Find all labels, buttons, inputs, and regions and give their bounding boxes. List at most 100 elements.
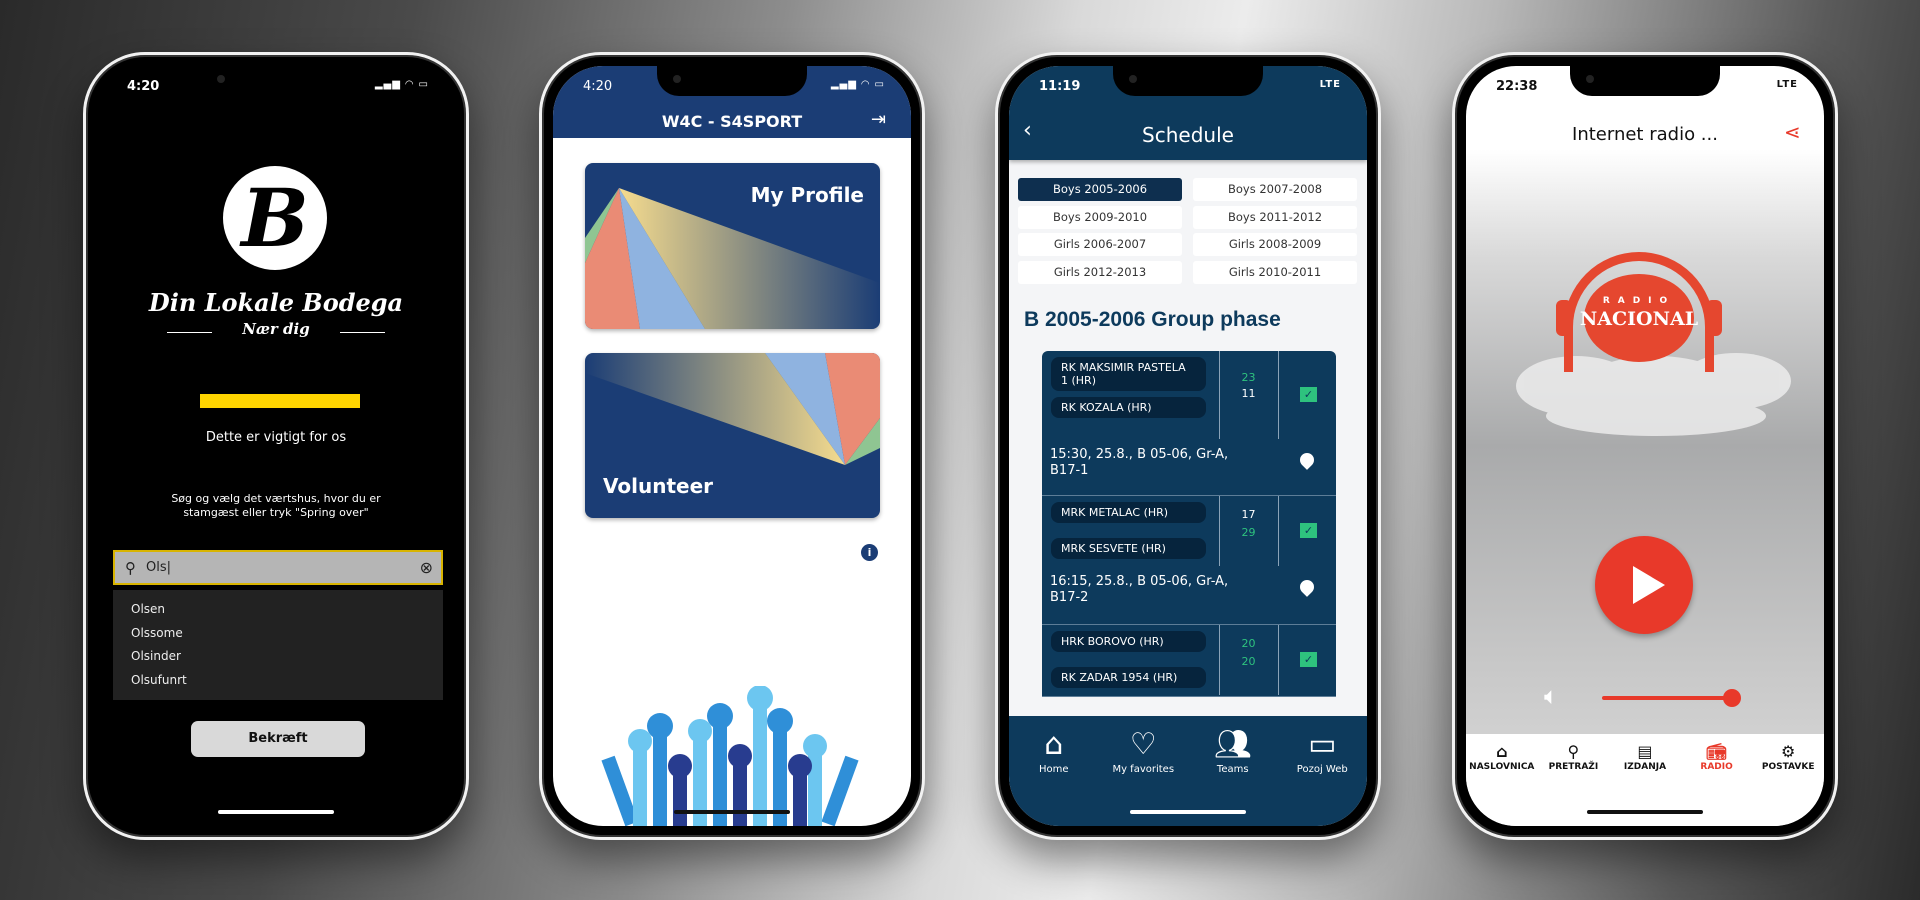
header-title: Internet radio ... (1572, 124, 1718, 145)
instructions: Søg og vælg det værtshus, hvor du er sta… (171, 492, 381, 519)
suggestion-item[interactable]: Olsinder (113, 645, 443, 669)
my-profile-card[interactable]: My Profile (585, 163, 880, 329)
tab-category[interactable]: Girls 2006-2007 (1018, 233, 1182, 256)
radio-icon: 📻︎ (1706, 742, 1727, 761)
nav-label: PRETRAŽI (1548, 762, 1599, 772)
info-icon[interactable]: i (861, 544, 878, 561)
editions-icon: ▤ (1637, 742, 1653, 761)
nav-item-home[interactable]: ⌂ Home (1009, 716, 1099, 826)
share-icon[interactable]: ⋖ (1784, 120, 1801, 144)
divider (1278, 496, 1279, 566)
divider (1278, 351, 1279, 439)
logout-icon[interactable]: ⇥ (871, 109, 886, 130)
clear-icon[interactable]: ⊗ (420, 558, 433, 577)
volume-slider[interactable] (1602, 689, 1742, 707)
volunteer-card[interactable]: Volunteer (585, 353, 880, 518)
volume-handle[interactable] (1723, 689, 1742, 707)
divider (1219, 625, 1220, 695)
match-row[interactable]: HRK BOROVO (HR) RK ZADAR 1954 (HR) 20 20 ✓ (1042, 625, 1336, 697)
nav-label: Pozoj Web (1296, 764, 1348, 775)
logo-top: RADIO (1602, 296, 1676, 306)
network-label: LTE (1776, 79, 1798, 90)
home-team: MRK METALAC (HR) (1051, 502, 1206, 523)
away-team: MRK SESVETE (HR) (1051, 538, 1206, 559)
section-title: B 2005-2006 Group phase (1024, 308, 1281, 331)
card-title: Volunteer (603, 474, 714, 498)
tab-category[interactable]: Girls 2010-2011 (1193, 260, 1357, 284)
tab-category[interactable]: Boys 2011-2012 (1193, 205, 1357, 229)
location-pin-icon[interactable] (1297, 450, 1317, 470)
away-score: 20 (1241, 655, 1256, 668)
status-icons: ▂▄▆ ◠ ▭ (830, 79, 885, 90)
home-indicator (1130, 810, 1246, 814)
favorites-icon: ♡ (1129, 727, 1157, 762)
play-icon (1633, 566, 1665, 604)
home-indicator (674, 810, 790, 814)
tab-category[interactable]: Boys 2007-2008 (1193, 178, 1357, 201)
nav-label: POSTAVKE (1761, 762, 1815, 772)
check-icon[interactable]: ✓ (1300, 387, 1317, 402)
search-value: Ols (146, 560, 167, 575)
location-pin-icon[interactable] (1297, 577, 1317, 597)
search-icon: ⚲ (125, 558, 136, 577)
home-indicator (218, 810, 334, 814)
phone-radio: 22:38 LTE Internet radio ... ⋖ RADIO NAC… (1452, 52, 1838, 840)
nav-item-home[interactable]: ⌂ NASLOVNICA (1466, 734, 1538, 826)
search-input[interactable]: ⚲ Ols | ⊗ (113, 550, 443, 585)
divider (1278, 625, 1279, 695)
away-team: RK ZADAR 1954 (HR) (1051, 667, 1206, 688)
suggestion-item[interactable]: Olsen (113, 598, 443, 622)
bodega-logo: B (223, 166, 327, 270)
card-title: My Profile (750, 183, 864, 207)
network-label: LTE (1319, 79, 1341, 90)
suggestion-item[interactable]: Olsufunrt (113, 669, 443, 693)
away-score: 11 (1241, 387, 1256, 400)
nav-label: NASLOVNICA (1469, 762, 1535, 772)
radio-nacional-logo: RADIO NACIONAL (1556, 252, 1722, 372)
app-title: Din Lokale Bodega (148, 288, 404, 317)
tab-category[interactable]: Boys 2005-2006 (1018, 178, 1182, 201)
check-icon[interactable]: ✓ (1300, 523, 1317, 538)
away-score: 29 (1241, 526, 1256, 539)
search-icon: ⚲ (1567, 742, 1580, 761)
match-row[interactable]: RK MAKSIMIR PASTELA 1 (HR) RK KOZALA (HR)… (1042, 351, 1336, 496)
nav-label: My favorites (1112, 764, 1175, 775)
check-icon[interactable]: ✓ (1300, 652, 1317, 667)
w4c-screen: 4:20 ▂▄▆ ◠ ▭ W4C - S4SPORT ⇥ My Profile … (553, 66, 911, 826)
volume-icon[interactable]: 🔈︎ (1544, 682, 1558, 710)
phone-bodega: 4:20 ▂▄▆ ◠ ▭ B Din Lokale Bodega Nær dig… (83, 52, 469, 840)
away-team: RK KOZALA (HR) (1051, 397, 1206, 418)
nav-label: IZDANJA (1623, 762, 1667, 772)
logo-main: NACIONAL (1579, 308, 1699, 330)
home-icon: ⌂ (1044, 727, 1064, 762)
web-icon: ▭ (1308, 727, 1337, 762)
notch (1113, 66, 1263, 96)
settings-icon: ⚙ (1781, 742, 1796, 761)
suggestion-item[interactable]: Olssome (113, 622, 443, 646)
tab-category[interactable]: Boys 2009-2010 (1018, 205, 1182, 229)
notch (1570, 66, 1720, 96)
divider (1219, 351, 1220, 439)
play-button[interactable] (1595, 536, 1693, 634)
confirm-button[interactable]: Bekræft (191, 721, 365, 757)
nav-item-settings[interactable]: ⚙ POSTAVKE (1752, 734, 1824, 826)
radio-screen: 22:38 LTE Internet radio ... ⋖ RADIO NAC… (1466, 66, 1824, 826)
nav-item-web[interactable]: ▭ Pozoj Web (1278, 716, 1368, 826)
nav-label: Teams (1216, 764, 1249, 775)
match-row[interactable]: MRK METALAC (HR) MRK SESVETE (HR) 17 29 ✓ 16:… (1042, 496, 1336, 625)
app-subtitle: Nær dig (242, 320, 310, 338)
home-score: 17 (1241, 508, 1256, 521)
schedule-screen: 11:19 LTE ‹ Schedule Boys 2005-2006 Boys … (1009, 66, 1367, 826)
status-time: 4:20 (583, 79, 613, 94)
bodega-screen: 4:20 ▂▄▆ ◠ ▭ B Din Lokale Bodega Nær dig… (97, 66, 455, 826)
suggestions-dropdown: Olsen Olssome Olsinder Olsufunrt (113, 590, 443, 700)
phone-w4c: 4:20 ▂▄▆ ◠ ▭ W4C - S4SPORT ⇥ My Profile … (539, 52, 925, 840)
progress-bar (200, 394, 360, 408)
tab-category[interactable]: Girls 2012-2013 (1018, 260, 1182, 284)
home-indicator (1587, 810, 1703, 814)
volume-fill (1602, 696, 1733, 700)
match-info: 16:15, 25.8., B 05-06, Gr-A, B17-2 (1050, 574, 1229, 605)
tab-category[interactable]: Girls 2008-2009 (1193, 233, 1357, 256)
heading: Dette er vigtigt for os (205, 430, 347, 445)
nav-label: Home (1038, 764, 1069, 775)
